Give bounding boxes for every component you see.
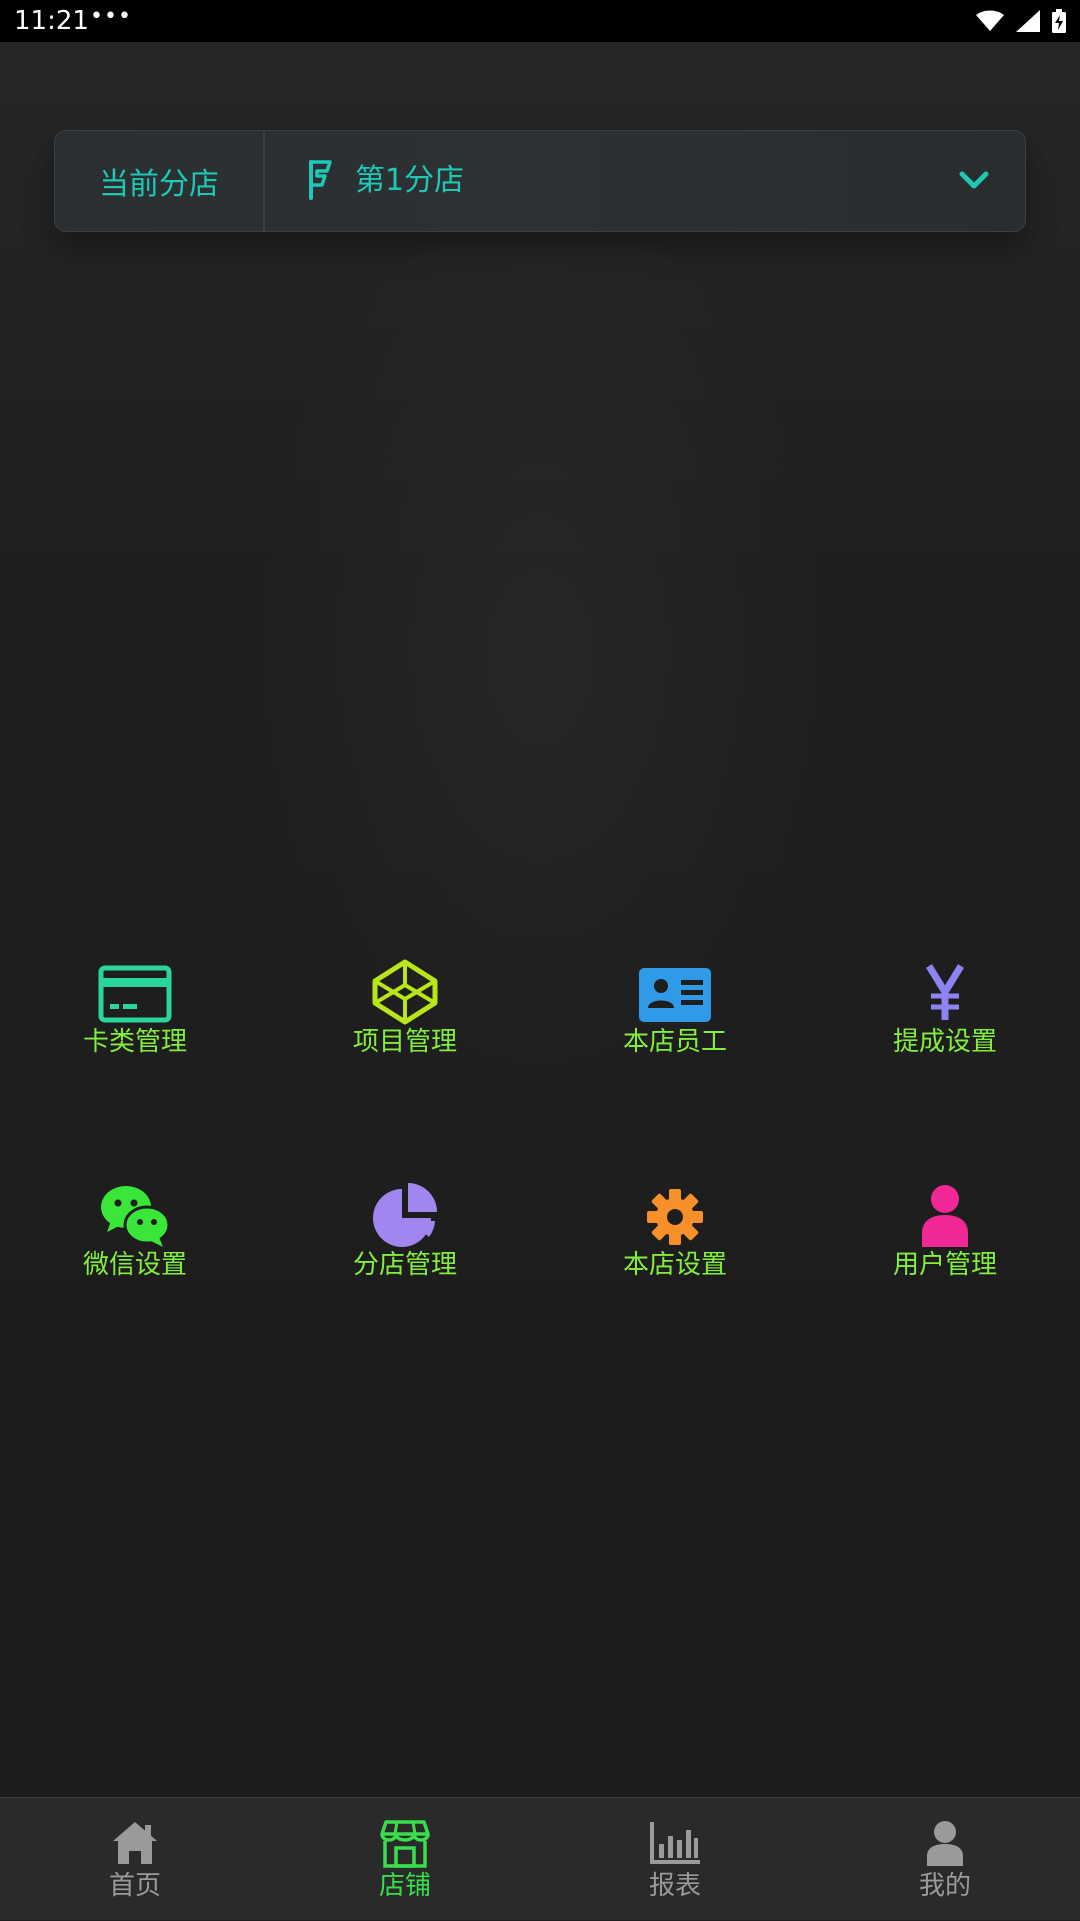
menu-item-wechat-settings[interactable]: 微信设置 — [35, 1163, 235, 1313]
menu-item-project-management[interactable]: 项目管理 — [305, 940, 505, 1090]
id-card-icon — [639, 968, 711, 1022]
pie-chart-icon — [373, 1183, 437, 1247]
menu-item-user-management[interactable]: 用户管理 — [845, 1163, 1045, 1313]
tab-label: 我的 — [918, 1871, 971, 1901]
cellular-signal-icon — [1016, 10, 1040, 32]
branch-selector-value: 第1分店 — [355, 163, 465, 198]
flag-icon — [309, 160, 332, 200]
branch-selector-label: 当前分店 — [55, 131, 265, 231]
wechat-icon — [101, 1186, 171, 1247]
tab-label: 报表 — [648, 1871, 701, 1901]
status-icons — [976, 8, 1066, 34]
menu-item-label: 提成设置 — [892, 1027, 997, 1057]
store-icon — [380, 1820, 430, 1868]
gear-icon — [647, 1189, 703, 1245]
menu-item-card-management[interactable]: 卡类管理 — [35, 940, 235, 1090]
wifi-icon — [976, 10, 1004, 31]
menu-item-store-staff[interactable]: 本店员工 — [575, 940, 775, 1090]
tab-store[interactable]: 店铺 — [270, 1798, 540, 1921]
bar-chart-icon — [650, 1822, 700, 1864]
app-background — [0, 42, 1080, 1797]
menu-item-commission-settings[interactable]: 提成设置 — [845, 940, 1045, 1090]
status-bar: 11:21 ••• — [0, 0, 1080, 42]
status-time: 11:21 — [14, 6, 89, 36]
menu-item-label: 微信设置 — [82, 1250, 187, 1280]
credit-card-icon — [98, 965, 172, 1023]
profile-icon — [927, 1821, 963, 1866]
menu-row: 卡类管理 项目管理 本店员工 提成设置 — [0, 940, 1080, 1090]
menu-row: 微信设置 分店管理 本店设置 用户管理 — [0, 1163, 1080, 1313]
user-icon — [922, 1185, 968, 1247]
bottom-tab-bar: 首页 店铺 报表 我的 — [0, 1797, 1080, 1920]
menu-item-label: 本店员工 — [622, 1027, 727, 1057]
yen-icon — [926, 964, 964, 1020]
menu-item-label: 分店管理 — [352, 1250, 457, 1280]
tab-profile[interactable]: 我的 — [810, 1798, 1080, 1921]
branch-selector[interactable]: 当前分店 第1分店 — [54, 130, 1026, 232]
home-icon — [113, 1822, 157, 1864]
menu-item-store-settings[interactable]: 本店设置 — [575, 1163, 775, 1313]
battery-charging-icon — [1052, 9, 1066, 33]
notification-dots: ••• — [90, 4, 132, 29]
tab-home[interactable]: 首页 — [0, 1798, 270, 1921]
menu-item-branch-management[interactable]: 分店管理 — [305, 1163, 505, 1313]
chevron-down-icon[interactable] — [957, 167, 991, 195]
menu-item-label: 卡类管理 — [82, 1027, 187, 1057]
tab-label: 店铺 — [378, 1871, 431, 1901]
codepen-cube-icon — [372, 959, 438, 1025]
menu-item-label: 项目管理 — [352, 1027, 457, 1057]
menu-item-label: 本店设置 — [622, 1250, 727, 1280]
tab-label: 首页 — [108, 1871, 161, 1901]
menu-item-label: 用户管理 — [892, 1250, 997, 1280]
tab-reports[interactable]: 报表 — [540, 1798, 810, 1921]
